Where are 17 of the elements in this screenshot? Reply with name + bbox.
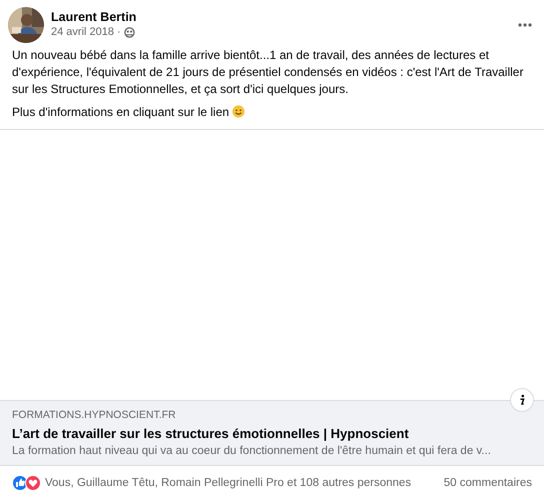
link-title: L’art de travailler sur les structures émotionnelles | Hypnoscient [12,425,410,443]
link-description: La formation haut niveau qui va au coeur du fonctionnement de l'être humain et qui fera de v... [12,444,492,459]
reactions-summary[interactable]: Vous, Guillaume Têtu, Romain Pellegrinelli Pro et 108 autres personnes [45,477,412,489]
post-text: Un nouveau bébé dans la famille arrive bientôt...1 an de travail, des années de lectures et d'expérience, l'équivalent de 21 jours de présentiel condensés en vidéos : c'est l'Art de Travailler sur les Structures Emotionnelles, et ça sort d'ici quelques jours. [12,47,524,98]
link-preview[interactable]: FORMATIONS.HYPNOSCIENT.FR L’art de travailler sur les structures émotionnelles | Hypnoscient La formation haut niveau qui va au coeur du fonctionnement de l'être humain et qui fera de v... [0,400,544,466]
friends-icon [124,26,135,38]
comments-count[interactable]: 50 commentaires [444,477,532,489]
separator: · [117,25,121,39]
post-text: Plus d'informations en cliquant sur le lien [12,104,532,121]
love-reaction-icon[interactable] [25,475,41,491]
smiley-icon [232,105,246,118]
post-date[interactable]: 24 avril 2018 [51,25,114,39]
info-button[interactable] [510,388,534,412]
more-options-icon[interactable] [518,23,532,27]
author-name[interactable]: Laurent Bertin [51,9,136,25]
link-domain: FORMATIONS.HYPNOSCIENT.FR [12,408,177,423]
info-icon [518,394,526,406]
